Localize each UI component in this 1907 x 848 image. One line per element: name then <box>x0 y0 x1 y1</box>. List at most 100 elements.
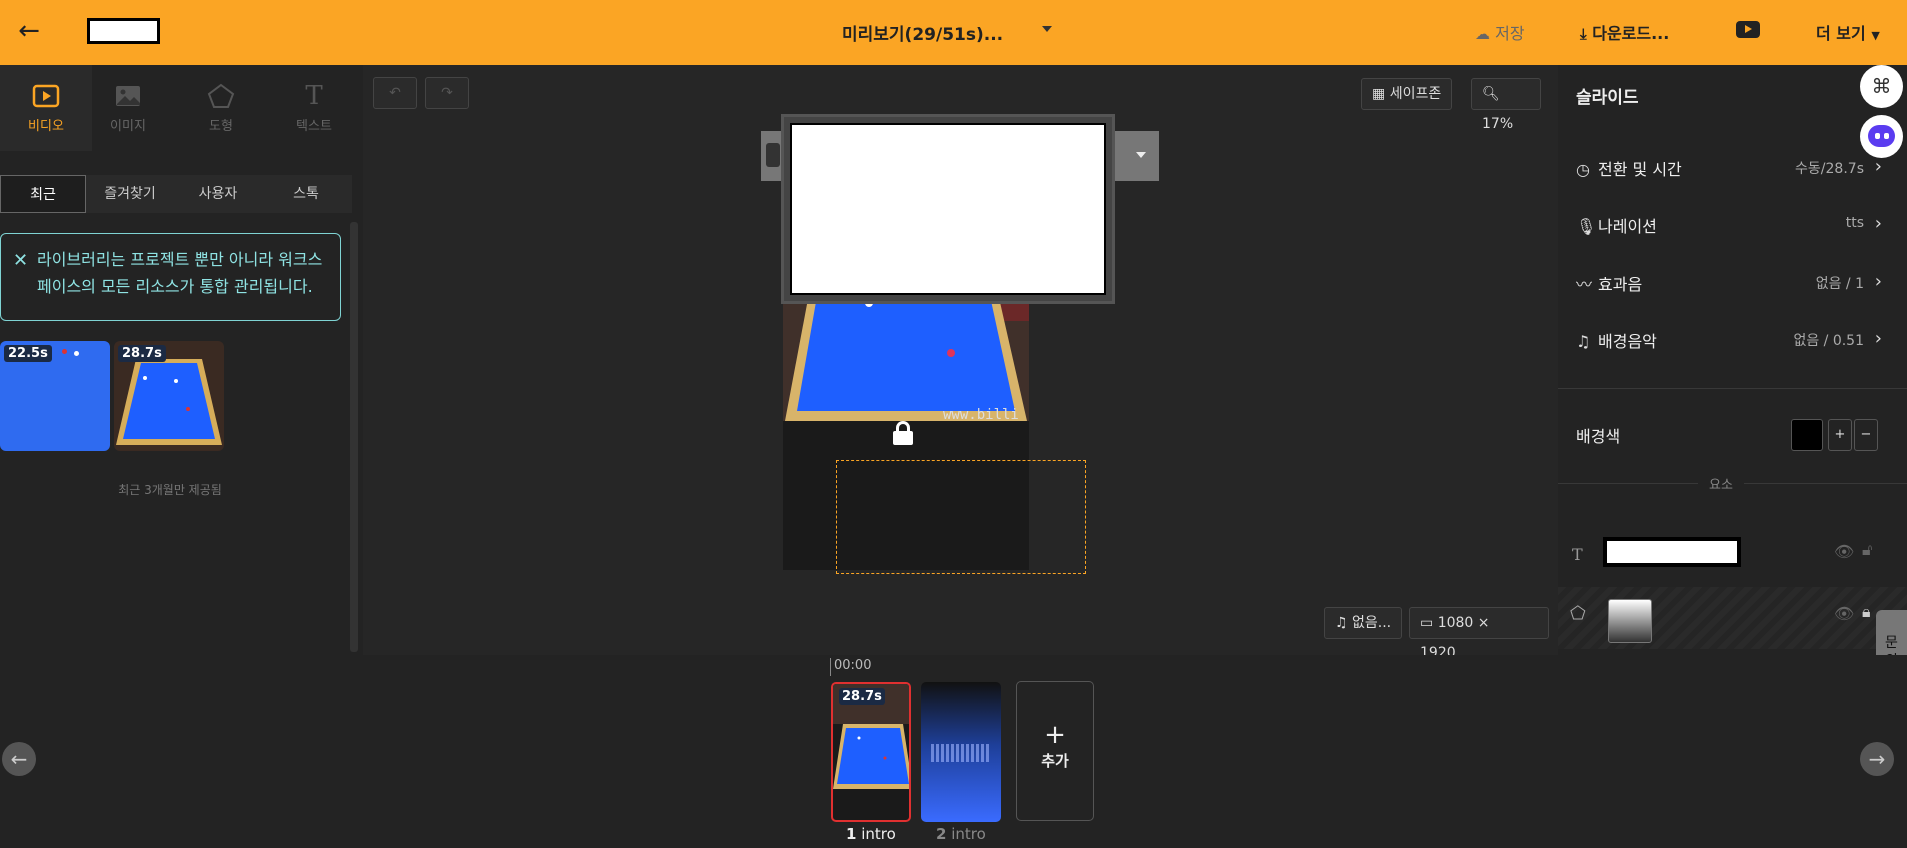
properties-panel: 슬라이드 ⌘ ◷ 전환 및 시간 수동/28.7s › 🎙︎ 나레이션 tts › 〰 효… <box>1558 65 1907 700</box>
divider <box>1558 388 1907 389</box>
bg-color-swatch[interactable] <box>1791 419 1823 451</box>
lock-icon[interactable] <box>893 421 913 445</box>
top-bar: ← 미리보기(29/51s)... ☁ 저장 ⤓ 다운로드... 더 보기 ▼ <box>0 0 1907 65</box>
library-subtabs: 최근 즐겨찾기 사용자 스톡 <box>0 175 352 213</box>
next-arrow-icon[interactable]: → <box>1860 742 1894 776</box>
notice-text: 라이브러리는 프로젝트 뿐만 아니라 워크스페이스의 모든 리소스가 통합 관리… <box>37 250 323 296</box>
music-button[interactable]: ♫ 없음... <box>1324 607 1403 639</box>
element-row-text[interactable]: T 👁︎ 🔓︎ <box>1558 525 1907 587</box>
download-button[interactable]: ⤓ 다운로드... <box>1580 20 1669 44</box>
elements-label: 요소 <box>1709 478 1733 493</box>
slide-thumb[interactable]: 28.7s <box>831 682 911 822</box>
more-label: 더 보기 <box>1816 24 1866 43</box>
row-value: 수동/28.7s <box>1795 161 1864 177</box>
slide-name: intro <box>861 825 896 843</box>
duration-badge: 22.5s <box>4 345 52 362</box>
undo-icon[interactable]: ↶ <box>373 77 417 109</box>
library-notice: ✕ 라이브러리는 프로젝트 뿐만 아니라 워크스페이스의 모든 리소스가 통합 … <box>0 233 341 321</box>
clock-icon: ◷ <box>1576 160 1590 179</box>
more-menu-button[interactable]: 더 보기 ▼ <box>1816 20 1880 44</box>
sound-effect-row[interactable]: 〰 효과음 없음 / 1 › <box>1576 271 1886 297</box>
element-row-shape[interactable]: ⬠ 👁︎ 🔒︎ <box>1558 587 1907 649</box>
music-note-icon: ♫ <box>1335 615 1348 631</box>
save-button[interactable]: ☁ 저장 <box>1475 20 1525 44</box>
minus-icon[interactable]: − <box>1854 419 1878 451</box>
youtube-icon[interactable] <box>1736 21 1760 38</box>
eye-icon[interactable]: 👁︎ <box>1834 542 1854 561</box>
slide-label: 1 intro <box>846 825 896 843</box>
tab-text[interactable]: T 텍스트 <box>268 65 360 151</box>
subtab-favorites[interactable]: 즐겨찾기 <box>86 175 174 213</box>
tab-image[interactable]: 이미지 <box>82 65 174 151</box>
back-arrow-icon[interactable]: ← <box>14 16 44 46</box>
overlay-popup[interactable] <box>781 114 1115 304</box>
scrollbar[interactable] <box>350 222 358 652</box>
monitor-icon: ▭ <box>1420 615 1434 631</box>
chevron-right-icon: › <box>1874 213 1882 234</box>
unlock-icon[interactable]: 🔓︎ <box>1862 540 1872 560</box>
row-value: tts <box>1845 215 1864 231</box>
resolution-button[interactable]: ▭ 1080 × 1920... <box>1409 607 1549 661</box>
playhead[interactable] <box>830 658 831 676</box>
add-slide-button[interactable]: + 추가 <box>1016 681 1094 821</box>
recent-note: 최근 3개월만 제공됨 <box>118 483 222 497</box>
add-slide-label: 추가 <box>1041 752 1069 770</box>
subtab-stock[interactable]: 스톡 <box>262 175 350 213</box>
selection-outline[interactable] <box>836 460 1086 574</box>
lock-icon[interactable]: 🔒︎ <box>1862 602 1871 622</box>
text-t-icon: T <box>305 81 323 111</box>
tab-label: 도형 <box>209 119 233 134</box>
panel-title: 슬라이드 <box>1576 88 1639 108</box>
music-note-icon: ♫ <box>1576 332 1591 351</box>
narration-row[interactable]: 🎙︎ 나레이션 tts › <box>1576 213 1886 239</box>
chevron-right-icon: › <box>1874 328 1882 349</box>
video-play-icon <box>32 84 60 108</box>
bgm-row[interactable]: ♫ 배경음악 없음 / 0.51 › <box>1576 328 1886 354</box>
tab-label: 비디오 <box>28 119 64 134</box>
project-title[interactable]: 미리보기(29/51s)... <box>842 20 1003 45</box>
tab-shape[interactable]: 도형 <box>175 65 267 151</box>
logo[interactable] <box>87 18 160 44</box>
zoom-button[interactable]: 🔍︎ 17% <box>1471 78 1541 132</box>
slide-label: 2 intro <box>936 825 986 843</box>
divider <box>1744 483 1907 484</box>
close-icon[interactable]: ✕ <box>13 247 28 274</box>
transition-time-row[interactable]: ◷ 전환 및 시간 수동/28.7s › <box>1576 156 1886 182</box>
plus-icon[interactable]: + <box>1828 419 1852 451</box>
safezone-button[interactable]: ▦ 세이프존 <box>1361 78 1453 110</box>
microphone-icon: 🎙︎ <box>1576 217 1597 236</box>
cloud-upload-icon: ☁ <box>1475 25 1490 43</box>
slide-thumb[interactable] <box>921 682 1001 822</box>
prev-arrow-icon[interactable]: ← <box>2 742 36 776</box>
image-icon <box>116 86 140 106</box>
search-icon: 🔍︎ <box>1482 86 1500 102</box>
chevron-right-icon: › <box>1874 156 1882 177</box>
subtab-user[interactable]: 사용자 <box>174 175 262 213</box>
sound-wave-icon: 〰 <box>1576 275 1593 294</box>
assistant-icon[interactable] <box>1860 115 1903 158</box>
slide-number: 2 <box>936 825 947 843</box>
popup-content <box>790 123 1106 295</box>
eye-icon[interactable]: 👁︎ <box>1834 604 1854 623</box>
subtab-recent[interactable]: 최근 <box>0 175 86 213</box>
apps-grid-icon[interactable]: ⌘ <box>1860 65 1903 108</box>
duration-badge: 28.7s <box>839 688 885 705</box>
shape-preview <box>1608 599 1652 643</box>
chevron-down-icon[interactable] <box>1136 152 1146 158</box>
row-label: 배경음악 <box>1598 332 1657 351</box>
ball-red <box>62 349 67 354</box>
toolbar-handle[interactable] <box>766 143 780 167</box>
watermark-text: www.billi <box>943 407 1019 423</box>
tab-video[interactable]: 비디오 <box>0 65 92 151</box>
asset-panel: 비디오 이미지 도형 T 텍스트 최근 즐겨찾기 사용자 스톡 ✕ 라이브러리는… <box>0 65 363 655</box>
plus-icon: + <box>1044 720 1066 750</box>
bg-color-label: 배경색 <box>1576 427 1621 446</box>
chevron-down-icon[interactable] <box>1042 26 1052 32</box>
canvas-area: ↶ ↷ ▦ 세이프존 🔍︎ 17% www.billi ♫ 없음... ▭ 10… <box>363 65 1558 661</box>
video-thumb[interactable]: 28.7s <box>114 341 224 451</box>
safezone-label: 세이프존 <box>1389 86 1442 102</box>
redo-icon[interactable]: ↷ <box>425 77 469 109</box>
video-thumb[interactable]: 22.5s <box>0 341 110 451</box>
row-value: 없음 / 0.51 <box>1793 333 1864 349</box>
chevron-down-icon: ▼ <box>1871 29 1880 42</box>
